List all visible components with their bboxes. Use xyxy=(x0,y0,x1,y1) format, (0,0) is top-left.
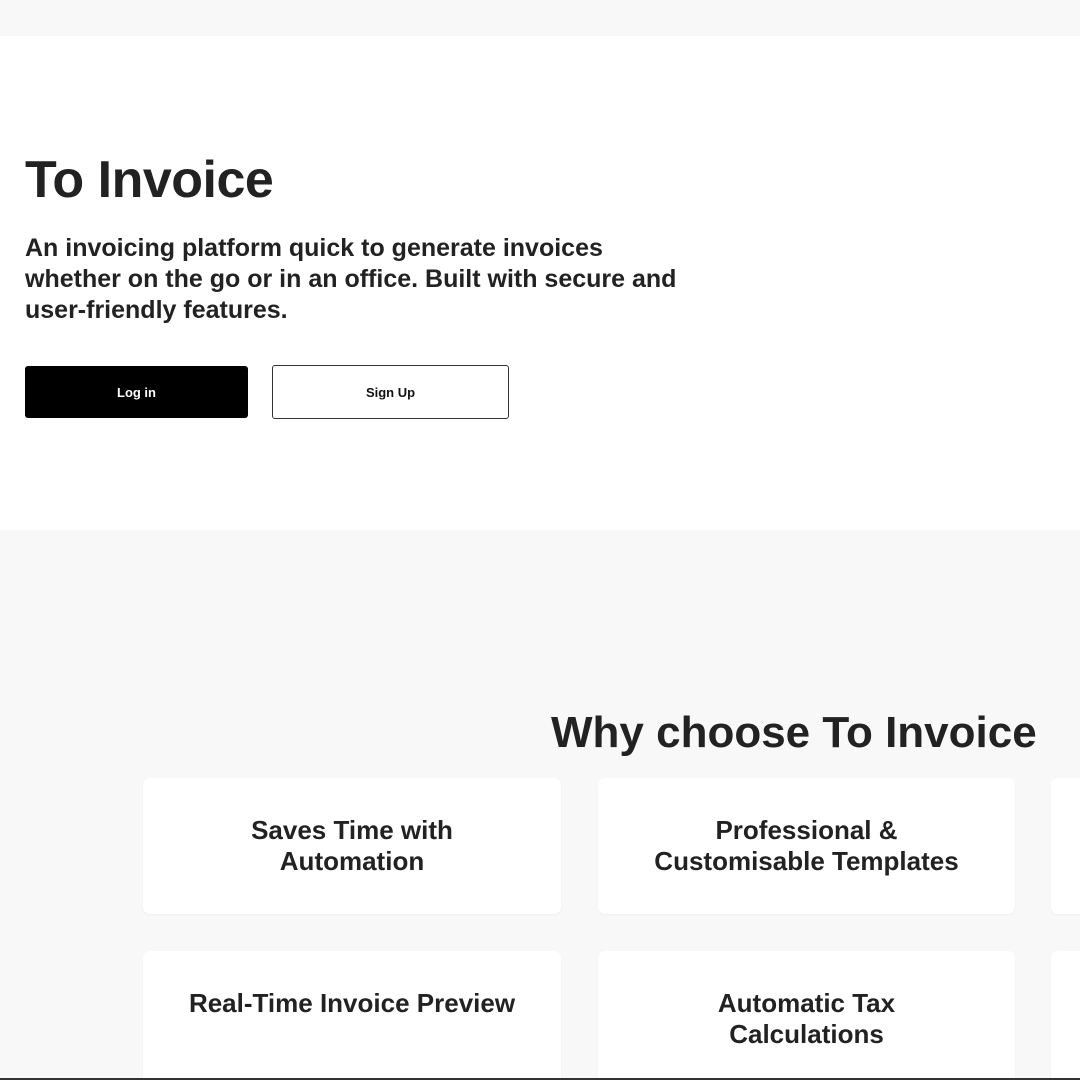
feature-card-templates: Professional & Customisable Templates xyxy=(598,778,1015,914)
top-strip xyxy=(0,0,1080,36)
feature-card-title: Automatic Tax Calculations xyxy=(717,988,896,1049)
page: To Invoice An invoicing platform quick t… xyxy=(0,0,1080,1080)
feature-card-partial xyxy=(1051,951,1080,1080)
feature-card-preview: Real-Time Invoice Preview xyxy=(143,951,561,1080)
login-button[interactable]: Log in xyxy=(25,366,248,418)
signup-button[interactable]: Sign Up xyxy=(272,365,509,419)
feature-card-automation: Saves Time with Automation xyxy=(143,778,561,914)
feature-card-partial xyxy=(1051,778,1080,914)
hero-section: To Invoice An invoicing platform quick t… xyxy=(0,36,1080,530)
features-heading: Why choose To Invoice xyxy=(551,708,1037,757)
feature-card-title: Saves Time with Automation xyxy=(251,815,453,876)
feature-card-title: Real-Time Invoice Preview xyxy=(188,988,516,1018)
hero-description: An invoicing platform quick to generate … xyxy=(25,234,677,324)
hero-title: To Invoice xyxy=(25,151,274,209)
feature-card-title: Professional & Customisable Templates xyxy=(654,815,959,876)
feature-card-tax: Automatic Tax Calculations xyxy=(598,951,1015,1080)
